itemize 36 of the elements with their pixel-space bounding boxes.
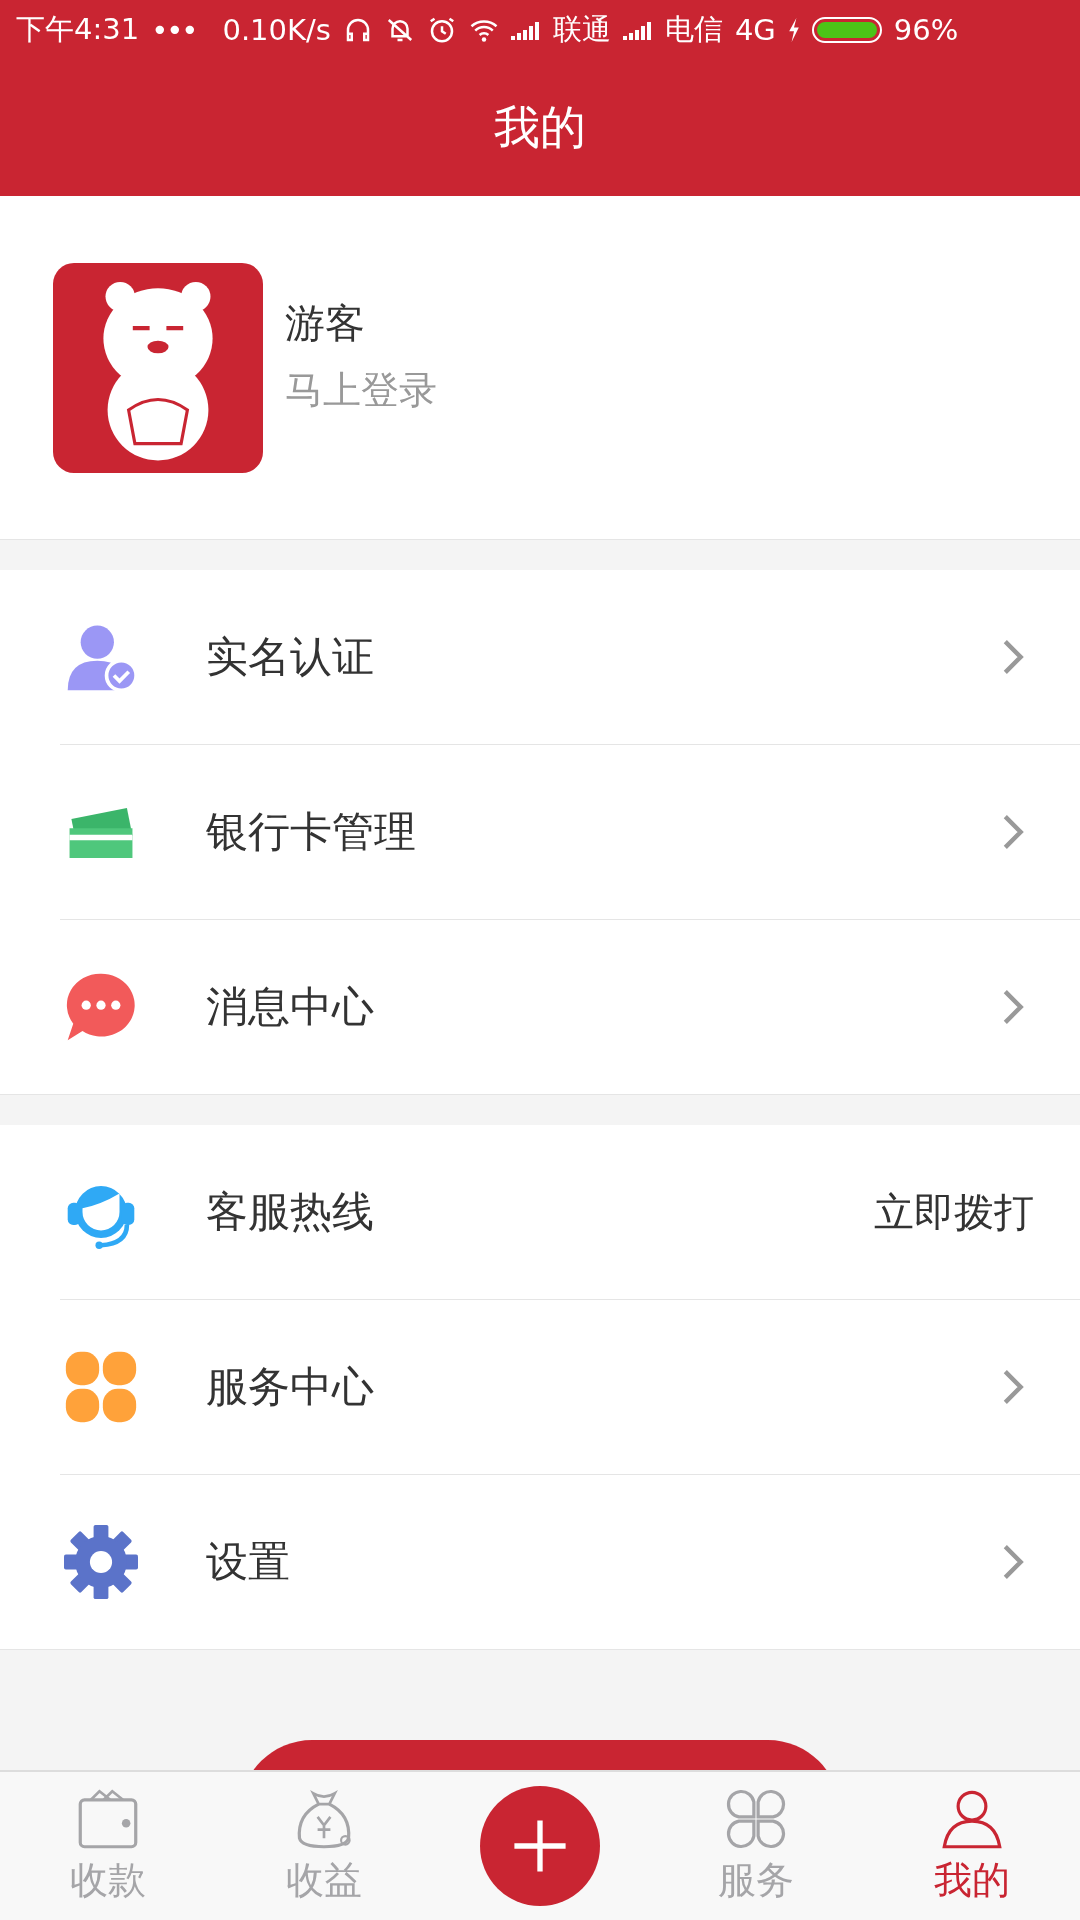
battery-percent: 96%: [893, 13, 959, 47]
carrier-name: 电信: [664, 11, 723, 48]
signal-icon: [622, 20, 653, 40]
profile-card[interactable]: 游客 马上登录: [0, 196, 1080, 540]
clock: 下午4:31: [16, 11, 140, 48]
menu-row[interactable]: 银行卡管理: [60, 745, 1080, 920]
menu-row[interactable]: 客服热线 立即拨打: [60, 1125, 1080, 1300]
chevron-right-icon: [1002, 812, 1024, 852]
menu-row[interactable]: 实名认证: [60, 570, 1080, 745]
more-dots: •••: [151, 13, 197, 47]
menu-label: 实名认证: [206, 631, 375, 683]
carrier-name: 联通: [552, 11, 611, 48]
menu-label: 服务中心: [206, 1361, 375, 1413]
bear-avatar-icon: [53, 262, 263, 473]
menu-row[interactable]: 消息中心: [60, 920, 1080, 1094]
menu-row[interactable]: 服务中心: [60, 1300, 1080, 1475]
page-title: 我的: [494, 99, 586, 156]
battery-icon: [811, 17, 882, 43]
four-petal-icon: [64, 1350, 138, 1424]
network-type: 4G: [734, 13, 776, 47]
chevron-right-icon: [1002, 1542, 1024, 1582]
network-speed: 0.10K/s: [222, 13, 331, 47]
signal-icon: [510, 20, 541, 40]
menu-label: 消息中心: [206, 981, 375, 1033]
chevron-right-icon: [1002, 637, 1024, 677]
menu-label: 设置: [206, 1536, 291, 1588]
call-link[interactable]: 立即拨打: [874, 1184, 1034, 1240]
nav-tab[interactable]: 我的: [912, 1786, 1032, 1906]
menu-label: 客服热线: [206, 1186, 375, 1238]
charging-icon: [787, 17, 800, 43]
user-name: 游客: [285, 299, 366, 348]
menu-row[interactable]: 设置: [60, 1475, 1080, 1649]
gear-icon: [64, 1525, 138, 1599]
chevron-right-icon: [1002, 1367, 1024, 1407]
chevron-right-icon: [1002, 987, 1024, 1027]
menu-label: 银行卡管理: [206, 806, 417, 858]
